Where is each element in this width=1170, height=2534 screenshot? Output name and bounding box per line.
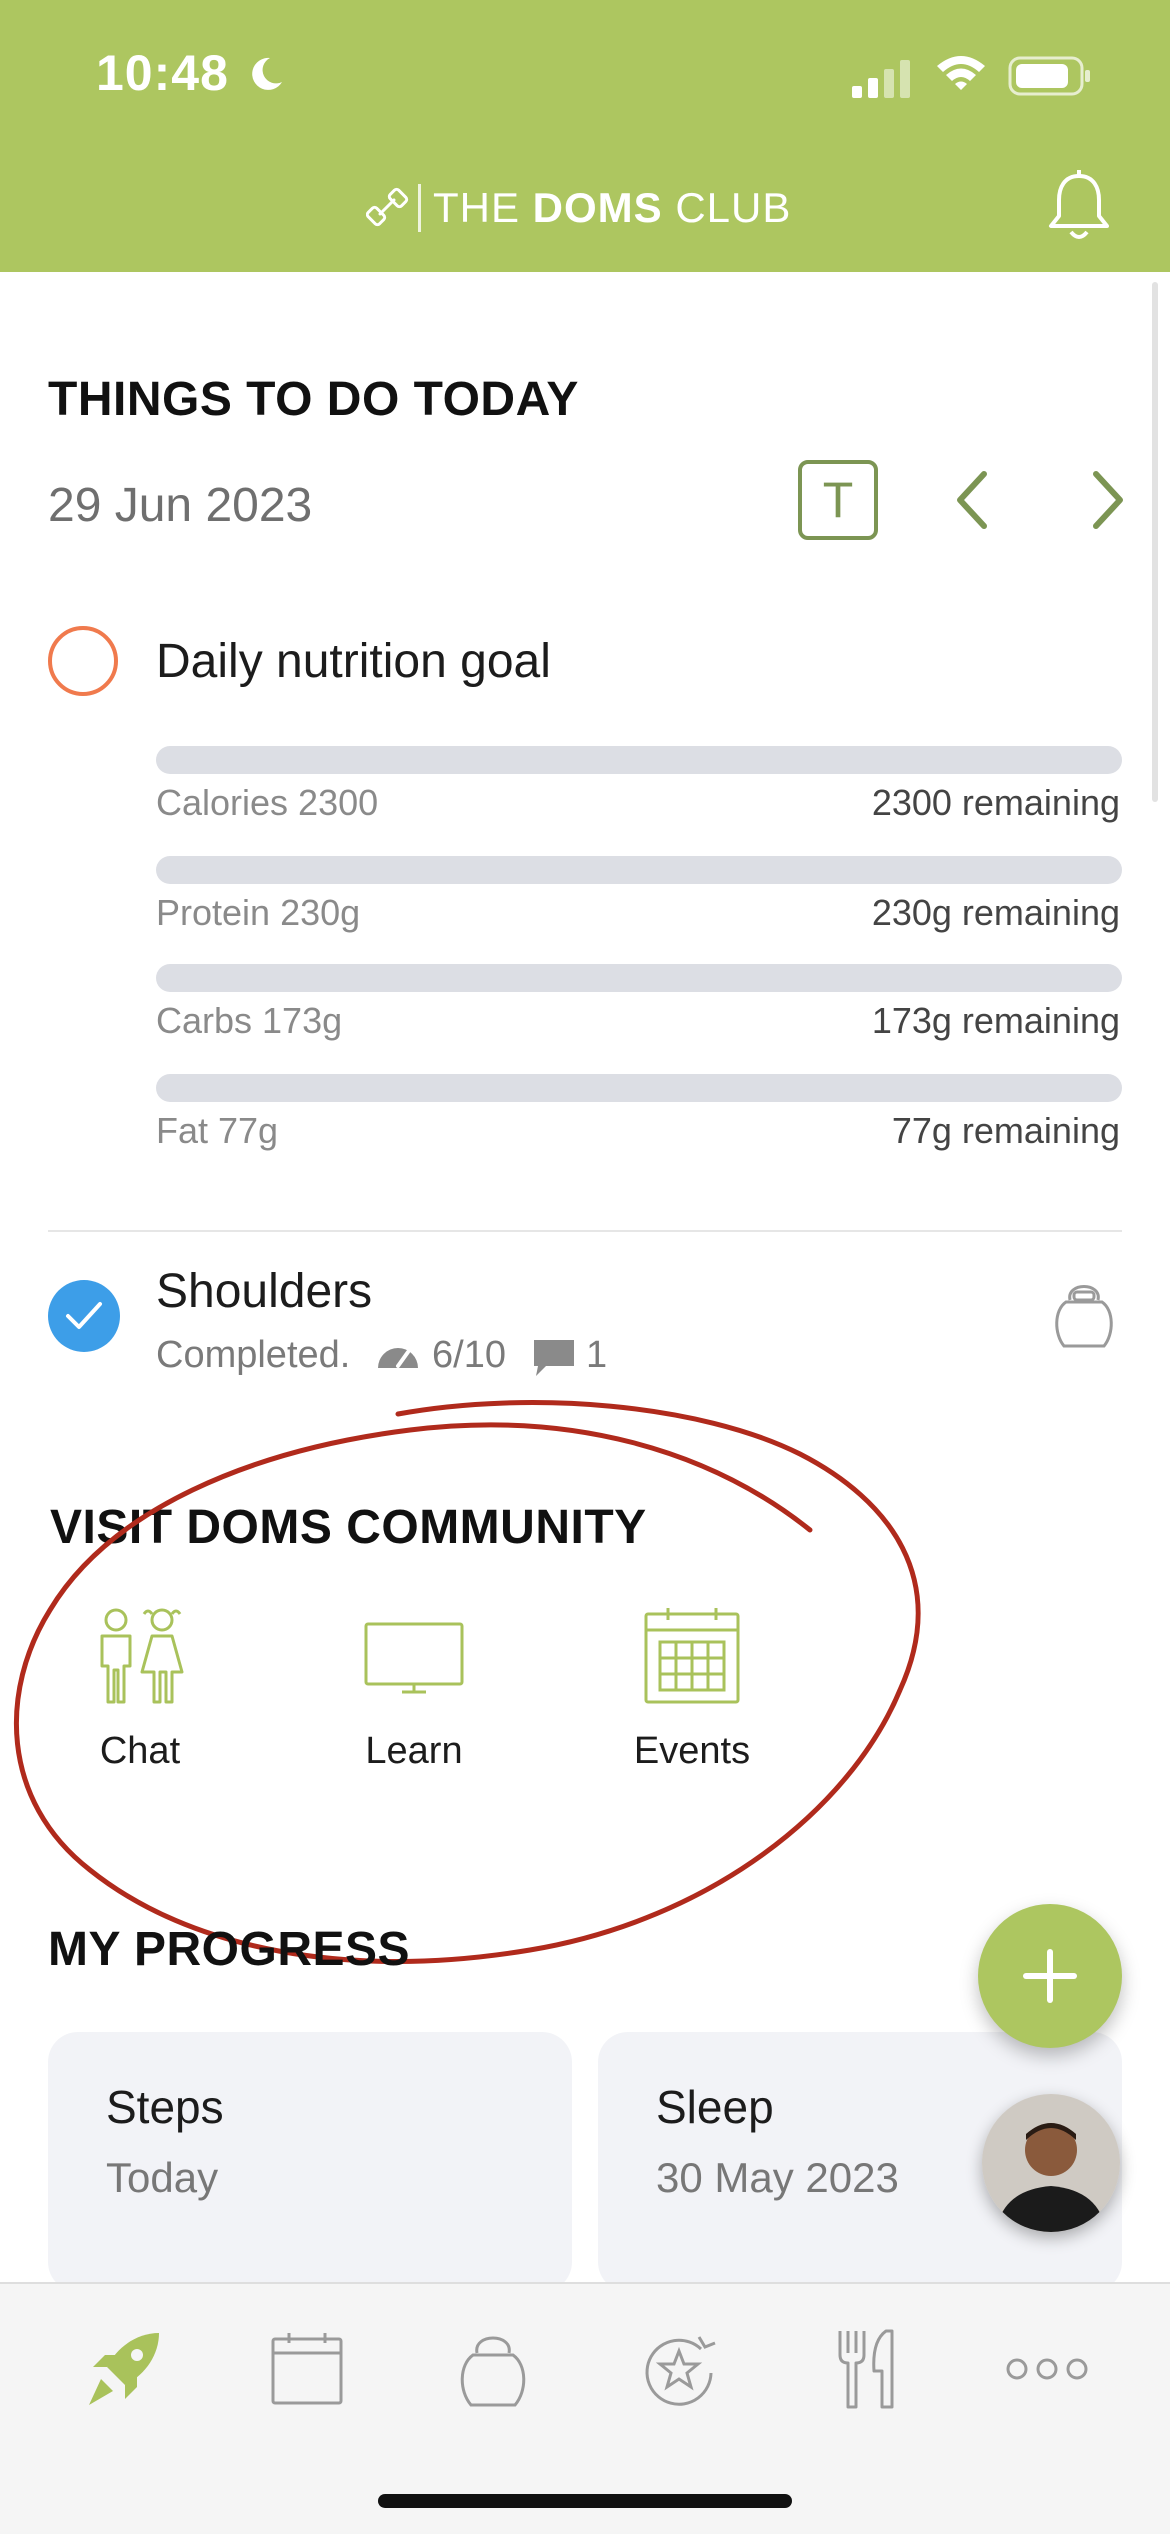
logo-divider — [418, 184, 421, 232]
gauge-icon — [378, 1348, 418, 1368]
star-badge-icon — [645, 2336, 716, 2406]
chevron-right-icon[interactable] — [1082, 468, 1132, 532]
wifi-icon — [937, 56, 985, 90]
tab-home[interactable] — [78, 2324, 168, 2414]
tab-achievements[interactable] — [634, 2324, 724, 2414]
more-icon — [1006, 2358, 1088, 2380]
today-button[interactable]: T — [798, 460, 878, 540]
tab-nutrition[interactable] — [822, 2324, 912, 2414]
workout-rating: 6/10 — [432, 1334, 506, 1376]
todo-date: 29 Jun 2023 — [48, 479, 313, 532]
protein-remaining: 230g remaining — [871, 892, 1120, 933]
workout-complete-checkbox[interactable] — [48, 1280, 120, 1352]
dumbbell-icon — [366, 187, 409, 227]
bell-icon[interactable] — [1046, 168, 1112, 244]
plus-icon — [1023, 1949, 1077, 2003]
calendar-icon — [271, 2333, 343, 2405]
add-fab-button[interactable] — [978, 1904, 1122, 2048]
nutrition-goal-title[interactable]: Daily nutrition goal — [156, 634, 551, 689]
carbs-progress-bar — [156, 964, 1122, 992]
steps-card-subtitle: Today — [106, 2154, 219, 2201]
progress-section-title: MY PROGRESS — [48, 1923, 411, 1976]
rocket-icon — [89, 2333, 159, 2405]
home-indicator[interactable] — [378, 2494, 792, 2508]
chevron-left-icon[interactable] — [948, 468, 998, 532]
nutrition-checkbox[interactable] — [48, 626, 118, 696]
comment-icon — [534, 1340, 574, 1376]
comment-count: 1 — [586, 1334, 608, 1376]
todo-section-title: THINGS TO DO TODAY — [48, 373, 579, 426]
battery-icon — [1008, 56, 1090, 96]
fat-label: Fat 77g — [156, 1110, 279, 1151]
tab-calendar[interactable] — [262, 2324, 352, 2414]
steps-card[interactable]: Steps Today — [48, 2032, 572, 2292]
fat-progress-bar — [156, 1074, 1122, 1102]
divider — [48, 1230, 1122, 1232]
calories-remaining: 2300 remaining — [871, 782, 1120, 823]
carbs-remaining: 173g remaining — [871, 1000, 1120, 1041]
status-time: 10:48 — [96, 45, 229, 101]
checkmark-icon — [66, 1302, 102, 1329]
workout-title[interactable]: Shoulders — [156, 1264, 372, 1319]
protein-progress-bar — [156, 856, 1122, 884]
calories-progress-bar — [156, 746, 1122, 774]
signal-icon — [852, 60, 910, 98]
scroll-indicator[interactable] — [1152, 282, 1158, 802]
steps-card-title: Steps — [106, 2081, 224, 2133]
brand-name: THE DOMS CLUB — [433, 184, 792, 231]
moon-icon — [252, 57, 282, 90]
calories-label: Calories 2300 — [156, 782, 379, 823]
avatar — [982, 2094, 1120, 2232]
fork-knife-icon — [838, 2329, 894, 2409]
tab-more[interactable] — [1002, 2324, 1092, 2414]
kettlebell-icon — [1055, 1285, 1113, 1348]
carbs-label: Carbs 173g — [156, 1000, 343, 1041]
coach-avatar-button[interactable] — [982, 2094, 1120, 2232]
workout-status: Completed. — [156, 1334, 351, 1376]
protein-label: Protein 230g — [156, 892, 361, 933]
app-logo: THE DOMS CLUB — [366, 176, 791, 240]
kettlebell-icon — [460, 2336, 526, 2407]
fat-remaining: 77g remaining — [891, 1110, 1120, 1151]
tab-workouts[interactable] — [448, 2324, 538, 2414]
sleep-card-subtitle: 30 May 2023 — [656, 2154, 899, 2201]
annotation-circle — [13, 1400, 921, 1964]
sleep-card-title: Sleep — [656, 2081, 774, 2133]
